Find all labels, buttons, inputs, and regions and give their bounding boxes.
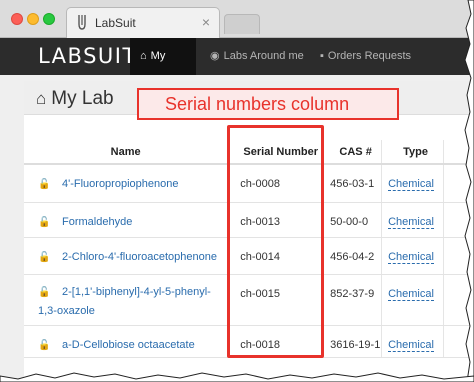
truck-icon: ▪ — [320, 50, 324, 62]
table-row: 🔓 Formaldehyde ch-0013 50-00-0 Chemical — [24, 202, 474, 238]
maximize-window-button[interactable] — [43, 13, 55, 25]
cell-name: 🔓 2-Chloro-4'-fluoroacetophenone — [24, 237, 229, 275]
cell-name: 🔓 2-[1,1'-biphenyl]-4-yl-5-phenyl-1,3-oxa… — [24, 274, 229, 326]
type-link[interactable]: Chemical — [388, 215, 434, 229]
cell-cas: 456-04-2 — [321, 237, 383, 275]
torn-edge-bottom — [0, 372, 474, 382]
table-row: 🔓 a-D-Cellobiose octaacetate ch-0018 3616… — [24, 325, 474, 358]
tab-close-icon[interactable]: × — [202, 14, 210, 30]
item-name-link[interactable]: 2-[1,1'-biphenyl]-4-yl-5-phenyl-1,3-oxaz… — [38, 286, 211, 317]
home-icon: ⌂ — [140, 50, 147, 62]
lab-items-table: Name Serial Number CAS # Type 🔓 4'-Fluoro… — [24, 140, 474, 358]
item-name-link[interactable]: Formaldehyde — [62, 216, 132, 228]
globe-icon: ◉ — [210, 50, 220, 62]
torn-edge-right — [464, 0, 474, 382]
item-name-link[interactable]: 2-Chloro-4'-fluoroacetophenone — [62, 251, 217, 263]
unlock-icon: 🔓 — [38, 339, 51, 351]
annotation-text: Serial numbers column — [165, 94, 350, 114]
type-link[interactable]: Chemical — [388, 287, 434, 301]
cell-serial: ch-0013 — [227, 202, 323, 238]
table-header-row: Name Serial Number CAS # Type — [24, 140, 474, 165]
nav-orders-requests[interactable]: ▪ Orders Requests — [310, 38, 421, 75]
page-title: ⌂ My Lab — [36, 88, 114, 110]
unlock-icon: 🔓 — [38, 251, 51, 263]
cell-name: 🔓 Formaldehyde — [24, 202, 229, 238]
header-type[interactable]: Type — [381, 140, 445, 165]
cell-serial: ch-0015 — [227, 274, 323, 326]
cell-type: Chemical — [381, 202, 445, 238]
page-title-text: My Lab — [51, 88, 114, 109]
cell-serial: ch-0018 — [227, 325, 323, 358]
cell-type: Chemical — [381, 274, 445, 326]
nav-orders-label: Orders Requests — [327, 50, 412, 62]
cell-cas: 852-37-9 — [321, 274, 383, 326]
close-window-button[interactable] — [11, 13, 23, 25]
browser-chrome: LabSuit × — [0, 0, 474, 38]
cell-cas: 456-03-1 — [321, 164, 383, 203]
annotation-callout: Serial numbers column — [137, 88, 399, 120]
item-name-link[interactable]: 4'-Fluoropropiophenone — [62, 178, 178, 190]
cell-cas: 3616-19-1 — [321, 325, 383, 358]
table-row: 🔓 4'-Fluoropropiophenone ch-0008 456-03-1… — [24, 164, 474, 203]
table-row: 🔓 2-Chloro-4'-fluoroacetophenone ch-0014 … — [24, 237, 474, 275]
table-row: 🔓 2-[1,1'-biphenyl]-4-yl-5-phenyl-1,3-oxa… — [24, 274, 474, 326]
new-tab-button[interactable] — [224, 14, 260, 34]
app-navbar: LABSUIT ⌂My Lab ◉Labs Around me ▪Orders … — [0, 38, 474, 99]
type-link[interactable]: Chemical — [388, 250, 434, 264]
cell-type: Chemical — [381, 237, 445, 275]
tab-title: LabSuit — [95, 16, 136, 30]
minimize-window-button[interactable] — [27, 13, 39, 25]
home-icon: ⌂ — [36, 89, 47, 108]
cell-serial: ch-0014 — [227, 237, 323, 275]
cell-name: 🔓 4'-Fluoropropiophenone — [24, 164, 229, 203]
unlock-icon: 🔓 — [38, 179, 51, 190]
header-cas[interactable]: CAS # — [321, 140, 383, 165]
brand-logo[interactable]: LABSUIT — [38, 44, 137, 68]
type-link[interactable]: Chemical — [388, 338, 434, 352]
header-serial-number[interactable]: Serial Number — [227, 140, 323, 165]
type-link[interactable]: Chemical — [388, 178, 434, 191]
cell-serial: ch-0008 — [227, 164, 323, 203]
item-name-link[interactable]: a-D-Cellobiose octaacetate — [62, 339, 195, 351]
nav-labs-label: Labs Around me — [223, 50, 304, 62]
cell-name: 🔓 a-D-Cellobiose octaacetate — [24, 325, 229, 358]
unlock-icon: 🔓 — [38, 286, 51, 298]
cell-cas: 50-00-0 — [321, 202, 383, 238]
cell-type: Chemical — [381, 164, 445, 203]
flask-icon — [78, 15, 86, 30]
header-name[interactable]: Name — [24, 140, 229, 165]
browser-tab[interactable]: LabSuit × — [66, 7, 220, 38]
unlock-icon: 🔓 — [38, 216, 51, 228]
nav-labs-around-me[interactable]: ◉ Labs Around me — [200, 38, 314, 75]
nav-my-lab[interactable]: ⌂My Lab — [130, 38, 196, 99]
cell-type: Chemical — [381, 325, 445, 358]
